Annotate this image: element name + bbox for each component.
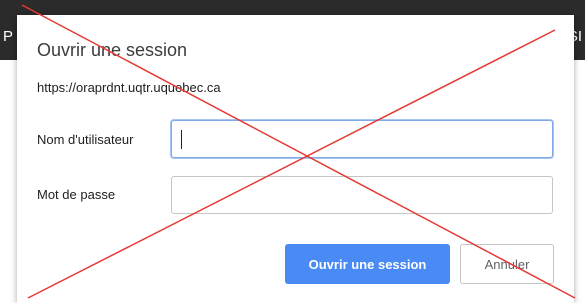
- password-field[interactable]: [171, 176, 553, 214]
- background-text-fragment-left: P: [3, 28, 14, 45]
- sign-in-button[interactable]: Ouvrir une session: [285, 244, 450, 284]
- cancel-button[interactable]: Annuler: [460, 244, 554, 284]
- username-field[interactable]: [171, 120, 553, 158]
- login-dialog: Ouvrir une session https://oraprdnt.uqtr…: [17, 15, 574, 303]
- password-label: Mot de passe: [37, 187, 116, 202]
- dialog-title: Ouvrir une session: [37, 40, 188, 60]
- text-caret: [181, 130, 182, 149]
- username-label: Nom d'utilisateur: [37, 132, 134, 147]
- site-url: https://oraprdnt.uqtr.uquebec.ca: [37, 80, 221, 95]
